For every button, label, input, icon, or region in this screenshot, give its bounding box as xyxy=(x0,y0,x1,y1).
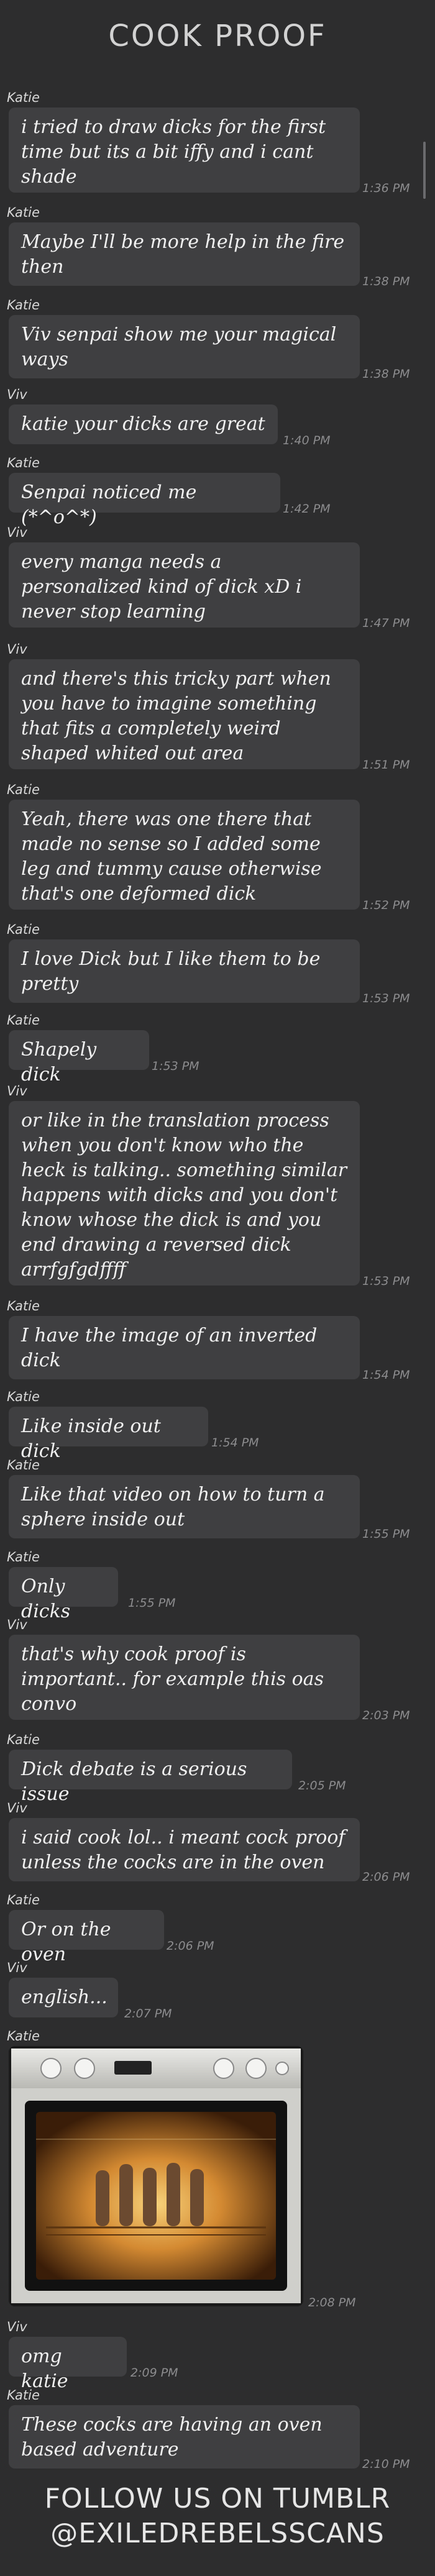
sender-name: Viv xyxy=(7,2319,27,2334)
message-bubble[interactable]: Like that video on how to turn a sphere … xyxy=(9,1475,360,1538)
timestamp: 1:53 PM xyxy=(362,1274,410,1288)
message-bubble[interactable]: or like in the translation process when … xyxy=(9,1101,360,1286)
timestamp: 1:42 PM xyxy=(283,502,331,516)
timestamp: 1:55 PM xyxy=(128,1596,176,1610)
message-bubble[interactable]: omg katie xyxy=(9,2337,127,2392)
sender-name: Katie xyxy=(7,1013,40,1028)
timestamp: 1:52 PM xyxy=(362,898,410,912)
timestamp: 1:55 PM xyxy=(362,1527,410,1541)
timestamp: 2:03 PM xyxy=(362,1709,410,1722)
timestamp: 2:08 PM xyxy=(308,2296,356,2309)
message-bubble[interactable]: that's why cook proof is important.. for… xyxy=(9,1635,360,1720)
message-bubble[interactable]: Dick debate is a serious issue xyxy=(9,1750,292,1805)
timestamp: 1:36 PM xyxy=(362,181,410,195)
sender-name: Katie xyxy=(7,1550,40,1564)
timestamp: 1:54 PM xyxy=(362,1368,410,1382)
sender-name: Katie xyxy=(7,2388,40,2403)
message-bubble[interactable]: These cocks are having an oven based adv… xyxy=(9,2405,360,2469)
sender-name: Katie xyxy=(7,1299,40,1313)
timestamp: 2:05 PM xyxy=(298,1779,346,1793)
message-bubble[interactable]: Only dicks xyxy=(9,1567,118,1622)
footer-handle: @EXILEDREBELSSCANS xyxy=(50,2518,385,2549)
page-title: COOK PROOF xyxy=(108,19,327,53)
message-bubble[interactable]: I have the image of an inverted dick xyxy=(9,1316,360,1379)
sender-name: Katie xyxy=(7,922,40,937)
timestamp: 2:06 PM xyxy=(362,1870,410,1884)
sender-name: Katie xyxy=(7,2029,40,2044)
timestamp: 1:53 PM xyxy=(362,992,410,1005)
message-bubble[interactable]: Or on the oven xyxy=(9,1910,164,1965)
sender-name: Katie xyxy=(7,455,40,470)
oven-icon xyxy=(9,2046,303,2306)
sender-name: Viv xyxy=(7,1801,27,1816)
sender-name: Katie xyxy=(7,1732,40,1747)
message-bubble[interactable]: I love Dick but I like them to be pretty xyxy=(9,939,360,1003)
timestamp: 1:38 PM xyxy=(362,275,410,288)
footer-follow: FOLLOW US ON TUMBLR xyxy=(44,2483,391,2514)
message-bubble[interactable]: Viv senpai show me your magical ways xyxy=(9,315,360,378)
sender-name: Viv xyxy=(7,642,27,657)
timestamp: 1:40 PM xyxy=(283,434,331,447)
timestamp: 1:51 PM xyxy=(362,758,410,772)
timestamp: 1:38 PM xyxy=(362,367,410,381)
sender-name: Viv xyxy=(7,525,27,540)
message-bubble[interactable]: i tried to draw dicks for the first time… xyxy=(9,107,360,193)
sender-name: Katie xyxy=(7,1389,40,1404)
message-bubble[interactable]: and there's this tricky part when you ha… xyxy=(9,659,360,769)
sender-name: Katie xyxy=(7,90,40,105)
message-bubble[interactable]: Maybe I'll be more help in the fire then xyxy=(9,222,360,286)
message-bubble[interactable]: katie your dicks are great xyxy=(9,404,278,444)
message-bubble[interactable]: i said cook lol.. i meant cock proof unl… xyxy=(9,1818,360,1881)
sender-name: Katie xyxy=(7,298,40,313)
sender-name: Katie xyxy=(7,205,40,220)
sender-name: Katie xyxy=(7,782,40,797)
timestamp: 2:10 PM xyxy=(362,2457,410,2471)
sender-name: Viv xyxy=(7,1960,27,1975)
message-bubble[interactable]: Like inside out dick xyxy=(9,1407,208,1462)
oven-photo[interactable] xyxy=(9,2046,303,2306)
timestamp: 2:07 PM xyxy=(124,2007,172,2021)
message-bubble[interactable]: Shapely dick xyxy=(9,1030,149,1085)
message-bubble[interactable]: every manga needs a personalized kind of… xyxy=(9,542,360,628)
timestamp: 1:54 PM xyxy=(211,1436,259,1450)
message-bubble[interactable]: Senpai noticed me (*^o^*) xyxy=(9,473,280,528)
sender-name: Viv xyxy=(7,1617,27,1632)
sender-name: Katie xyxy=(7,1893,40,1907)
timestamp: 1:53 PM xyxy=(152,1059,199,1073)
sender-name: Viv xyxy=(7,1084,27,1098)
sender-name: Viv xyxy=(7,387,27,402)
timestamp: 2:06 PM xyxy=(167,1939,214,1953)
timestamp: 1:47 PM xyxy=(362,616,410,630)
message-bubble[interactable]: Yeah, there was one there that made no s… xyxy=(9,800,360,910)
scrollbar-thumb[interactable] xyxy=(423,142,426,199)
timestamp: 2:09 PM xyxy=(130,2366,178,2380)
message-bubble[interactable]: english... xyxy=(9,1978,118,2017)
sender-name: Katie xyxy=(7,1458,40,1473)
